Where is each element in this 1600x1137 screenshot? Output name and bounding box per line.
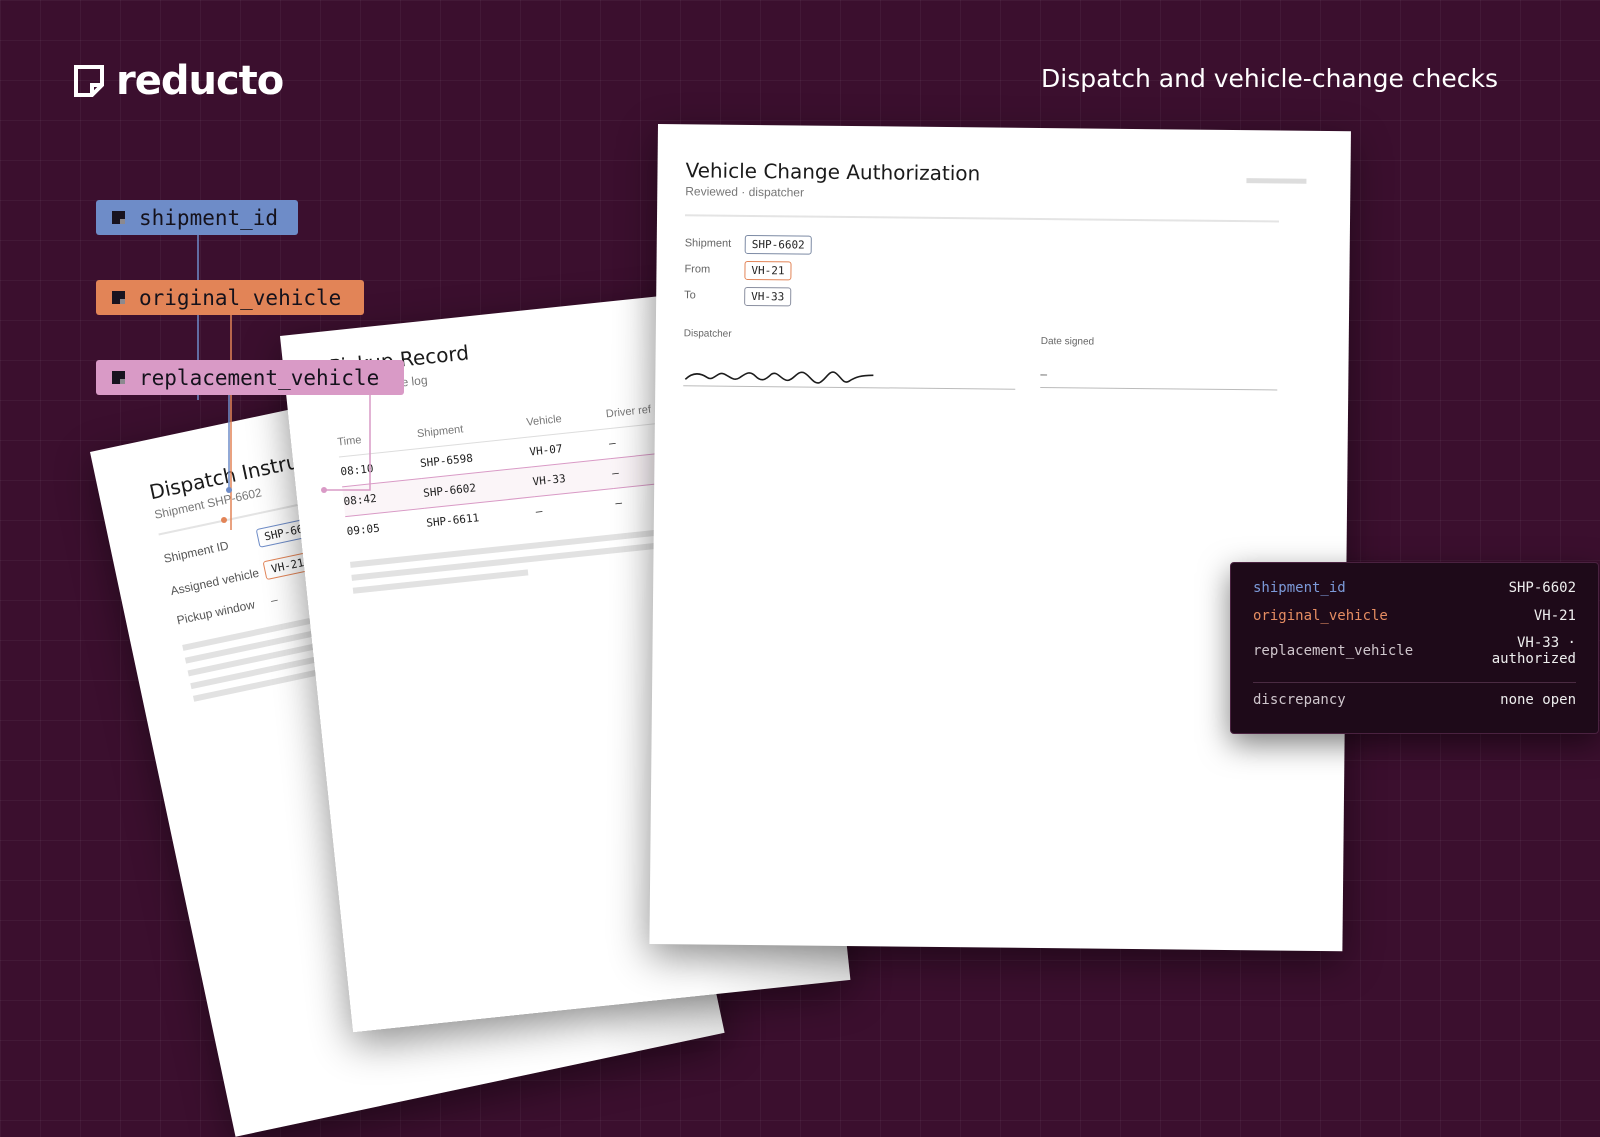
page-headline: Dispatch and vehicle-change checks [1041, 64, 1498, 93]
result-value: VH-21 [1533, 608, 1576, 624]
date-signed-value: – [1040, 347, 1278, 391]
field-value-chip: SHP-6602 [744, 234, 812, 255]
result-key: discrepancy [1253, 692, 1346, 708]
field-row: To VH-33 [684, 282, 1278, 314]
result-key: original_vehicle [1253, 608, 1388, 624]
tag-label: original_vehicle [139, 285, 342, 310]
tag-square-icon [112, 211, 125, 224]
tag-square-icon [112, 291, 125, 304]
result-row: shipment_id SHP-6602 [1253, 580, 1576, 596]
field-label: Assigned vehicle [169, 565, 261, 598]
extraction-result-panel: shipment_id SHP-6602 original_vehicle VH… [1230, 562, 1599, 734]
tag-label: replacement_vehicle [139, 365, 380, 390]
field-value-chip: VH-33 [744, 286, 792, 306]
field-tag-shipment-id: shipment_id [96, 200, 298, 235]
vehicle-change-authorization-document: Vehicle Change Authorization Reviewed · … [649, 124, 1351, 952]
field-tag-original-vehicle: original_vehicle [96, 280, 364, 315]
tag-label: shipment_id [139, 205, 279, 230]
divider [1253, 682, 1576, 683]
result-row: replacement_vehicle VH-33 · authorized [1253, 635, 1576, 667]
field-label: Pickup window [175, 597, 257, 628]
result-value: SHP-6602 [1508, 580, 1576, 596]
signature-section: Dispatcher Date signed – [683, 328, 1278, 392]
field-label: From [684, 263, 711, 276]
signature-line [683, 339, 1016, 390]
date-signed-block: Date signed – [1040, 336, 1278, 392]
result-value: VH-33 · authorized [1491, 635, 1576, 667]
field-tag-replacement-vehicle: replacement_vehicle [96, 360, 404, 395]
result-row: discrepancy none open [1253, 692, 1576, 708]
dispatcher-signature-block: Dispatcher [683, 328, 1016, 390]
divider [685, 214, 1280, 223]
field-label: Shipment ID [162, 537, 230, 566]
result-key: replacement_vehicle [1253, 643, 1414, 659]
field-label: To [684, 289, 696, 302]
document-corner-icon [74, 65, 104, 97]
tag-square-icon [112, 371, 125, 384]
brand: reducto [72, 58, 284, 104]
result-key: shipment_id [1253, 580, 1346, 596]
result-value: none open [1500, 692, 1576, 708]
field-value-chip: VH-21 [744, 260, 792, 280]
document-title: Vehicle Change Authorization [685, 158, 981, 186]
field-label: Shipment [684, 237, 732, 250]
handwritten-signature [684, 371, 874, 384]
result-row: original_vehicle VH-21 [1253, 608, 1576, 624]
brand-name: reducto [116, 58, 284, 104]
